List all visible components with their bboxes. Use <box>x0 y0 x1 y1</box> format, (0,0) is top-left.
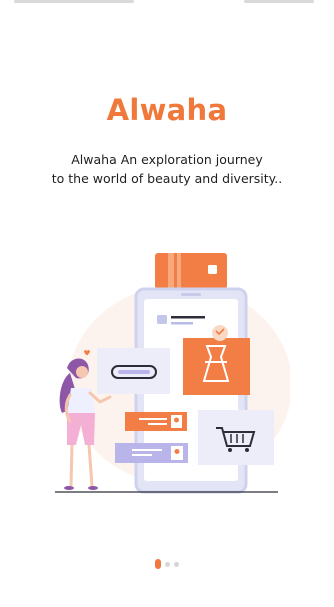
page-dot-1[interactable] <box>155 559 161 569</box>
app-title: Alwaha <box>106 93 228 127</box>
status-bar-left <box>14 0 134 3</box>
status-bar <box>0 0 334 10</box>
tagline: Alwaha An exploration journey to the wor… <box>20 150 314 188</box>
list-card-orange <box>125 412 187 431</box>
list-card-lavender <box>115 443 188 463</box>
shopping-cart-icon <box>198 410 274 465</box>
page-indicator <box>0 558 334 570</box>
pill-card <box>97 348 170 394</box>
status-bar-right <box>244 0 314 3</box>
onboarding-illustration <box>55 253 290 494</box>
tagline-line-1: Alwaha An exploration journey <box>71 152 263 167</box>
page-dot-3[interactable] <box>174 561 179 567</box>
page-dot-2[interactable] <box>165 561 170 567</box>
credit-card-icon <box>155 253 227 289</box>
tagline-line-2: to the world of beauty and diversity.. <box>51 171 283 186</box>
onboarding-screen: Alwaha Alwaha An exploration journey to … <box>0 0 334 607</box>
